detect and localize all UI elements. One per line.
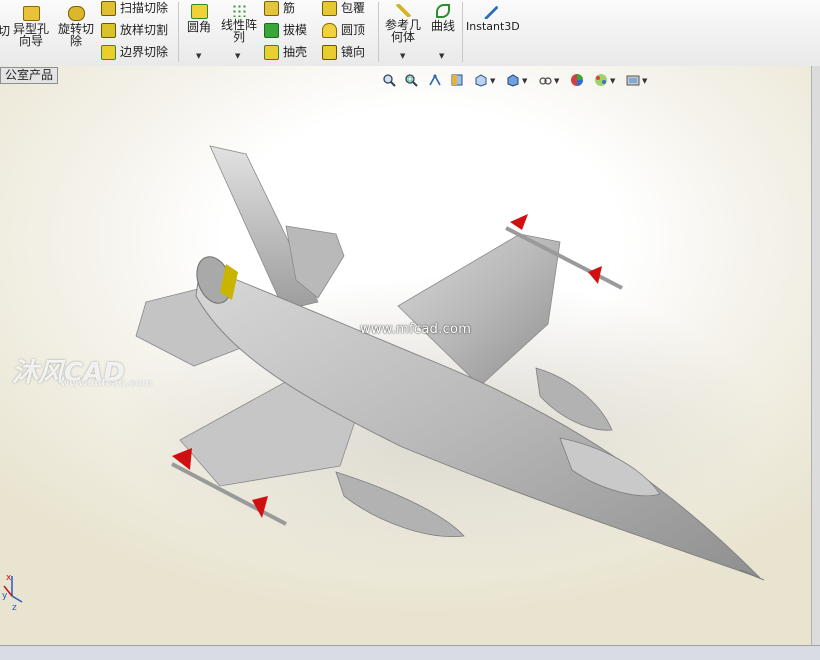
status-bar bbox=[0, 645, 820, 660]
viewport-right-border bbox=[811, 66, 820, 645]
lofted-cut-icon bbox=[101, 23, 116, 38]
hole-wizard-button[interactable]: 异型孔 向导 bbox=[13, 6, 49, 47]
instant3d-button[interactable]: Instant3D bbox=[466, 6, 520, 33]
dome-button[interactable]: 圆顶 bbox=[322, 23, 365, 38]
linear-pattern-button[interactable]: 线性阵 列 bbox=[219, 4, 259, 43]
revolved-cut-icon bbox=[67, 6, 85, 21]
ribbon-separator bbox=[378, 2, 379, 62]
lofted-cut-button[interactable]: 放样切割 bbox=[101, 23, 168, 38]
triad-z-label: z bbox=[12, 603, 17, 613]
cut-extrude-partial[interactable]: 切 bbox=[0, 24, 10, 38]
axis-triad: x y z bbox=[2, 573, 23, 613]
watermark-logo-sub: www.mfcad.com bbox=[60, 378, 153, 389]
linear-pattern-icon bbox=[231, 4, 247, 17]
triad-y-label: y bbox=[2, 591, 8, 601]
command-manager-ribbon: 切 异型孔 向导 旋转切 除 扫描切除 放样切割 边界切除 圆角 ▼ 线性阵 列… bbox=[0, 0, 820, 67]
shell-icon bbox=[264, 45, 279, 60]
shell-button[interactable]: 抽壳 bbox=[264, 45, 307, 60]
ribbon-separator bbox=[462, 2, 463, 62]
instant3d-icon bbox=[484, 6, 498, 19]
reference-geometry-dropdown-arrow[interactable]: ▼ bbox=[400, 52, 405, 60]
curves-button[interactable]: 曲线 bbox=[429, 4, 457, 32]
curves-icon bbox=[436, 4, 450, 18]
wrap-icon bbox=[322, 1, 337, 16]
hole-wizard-icon bbox=[22, 6, 40, 21]
triad-z-axis bbox=[11, 595, 23, 603]
reference-geometry-button[interactable]: 参考几 何体 bbox=[384, 4, 422, 43]
ribbon-separator bbox=[178, 2, 179, 62]
fillet-button[interactable]: 圆角 bbox=[184, 4, 214, 33]
curves-dropdown-arrow[interactable]: ▼ bbox=[439, 52, 444, 60]
fillet-icon bbox=[190, 4, 208, 19]
swept-cut-button[interactable]: 扫描切除 bbox=[101, 1, 168, 16]
revolved-cut-button[interactable]: 旋转切 除 bbox=[57, 6, 95, 47]
draft-button[interactable]: 拔模 bbox=[264, 23, 307, 38]
watermark-url: www.mfcad.com bbox=[360, 322, 472, 337]
dome-icon bbox=[322, 23, 337, 38]
boundary-cut-icon bbox=[101, 45, 116, 60]
pattern-dropdown-arrow[interactable]: ▼ bbox=[235, 52, 240, 60]
triad-x-label: x bbox=[6, 573, 12, 583]
swept-cut-icon bbox=[101, 1, 116, 16]
boundary-cut-button[interactable]: 边界切除 bbox=[101, 45, 168, 60]
fillet-dropdown-arrow[interactable]: ▼ bbox=[196, 52, 201, 60]
rib-button[interactable]: 筋 bbox=[264, 1, 295, 16]
wrap-button[interactable]: 包覆 bbox=[322, 1, 365, 16]
mirror-button[interactable]: 镜向 bbox=[322, 45, 365, 60]
right-missile-fin bbox=[588, 266, 602, 284]
rib-icon bbox=[264, 1, 279, 16]
right-missile-fin bbox=[510, 214, 528, 230]
reference-geometry-icon bbox=[395, 4, 411, 17]
mirror-icon bbox=[322, 45, 337, 60]
draft-icon bbox=[264, 23, 279, 38]
